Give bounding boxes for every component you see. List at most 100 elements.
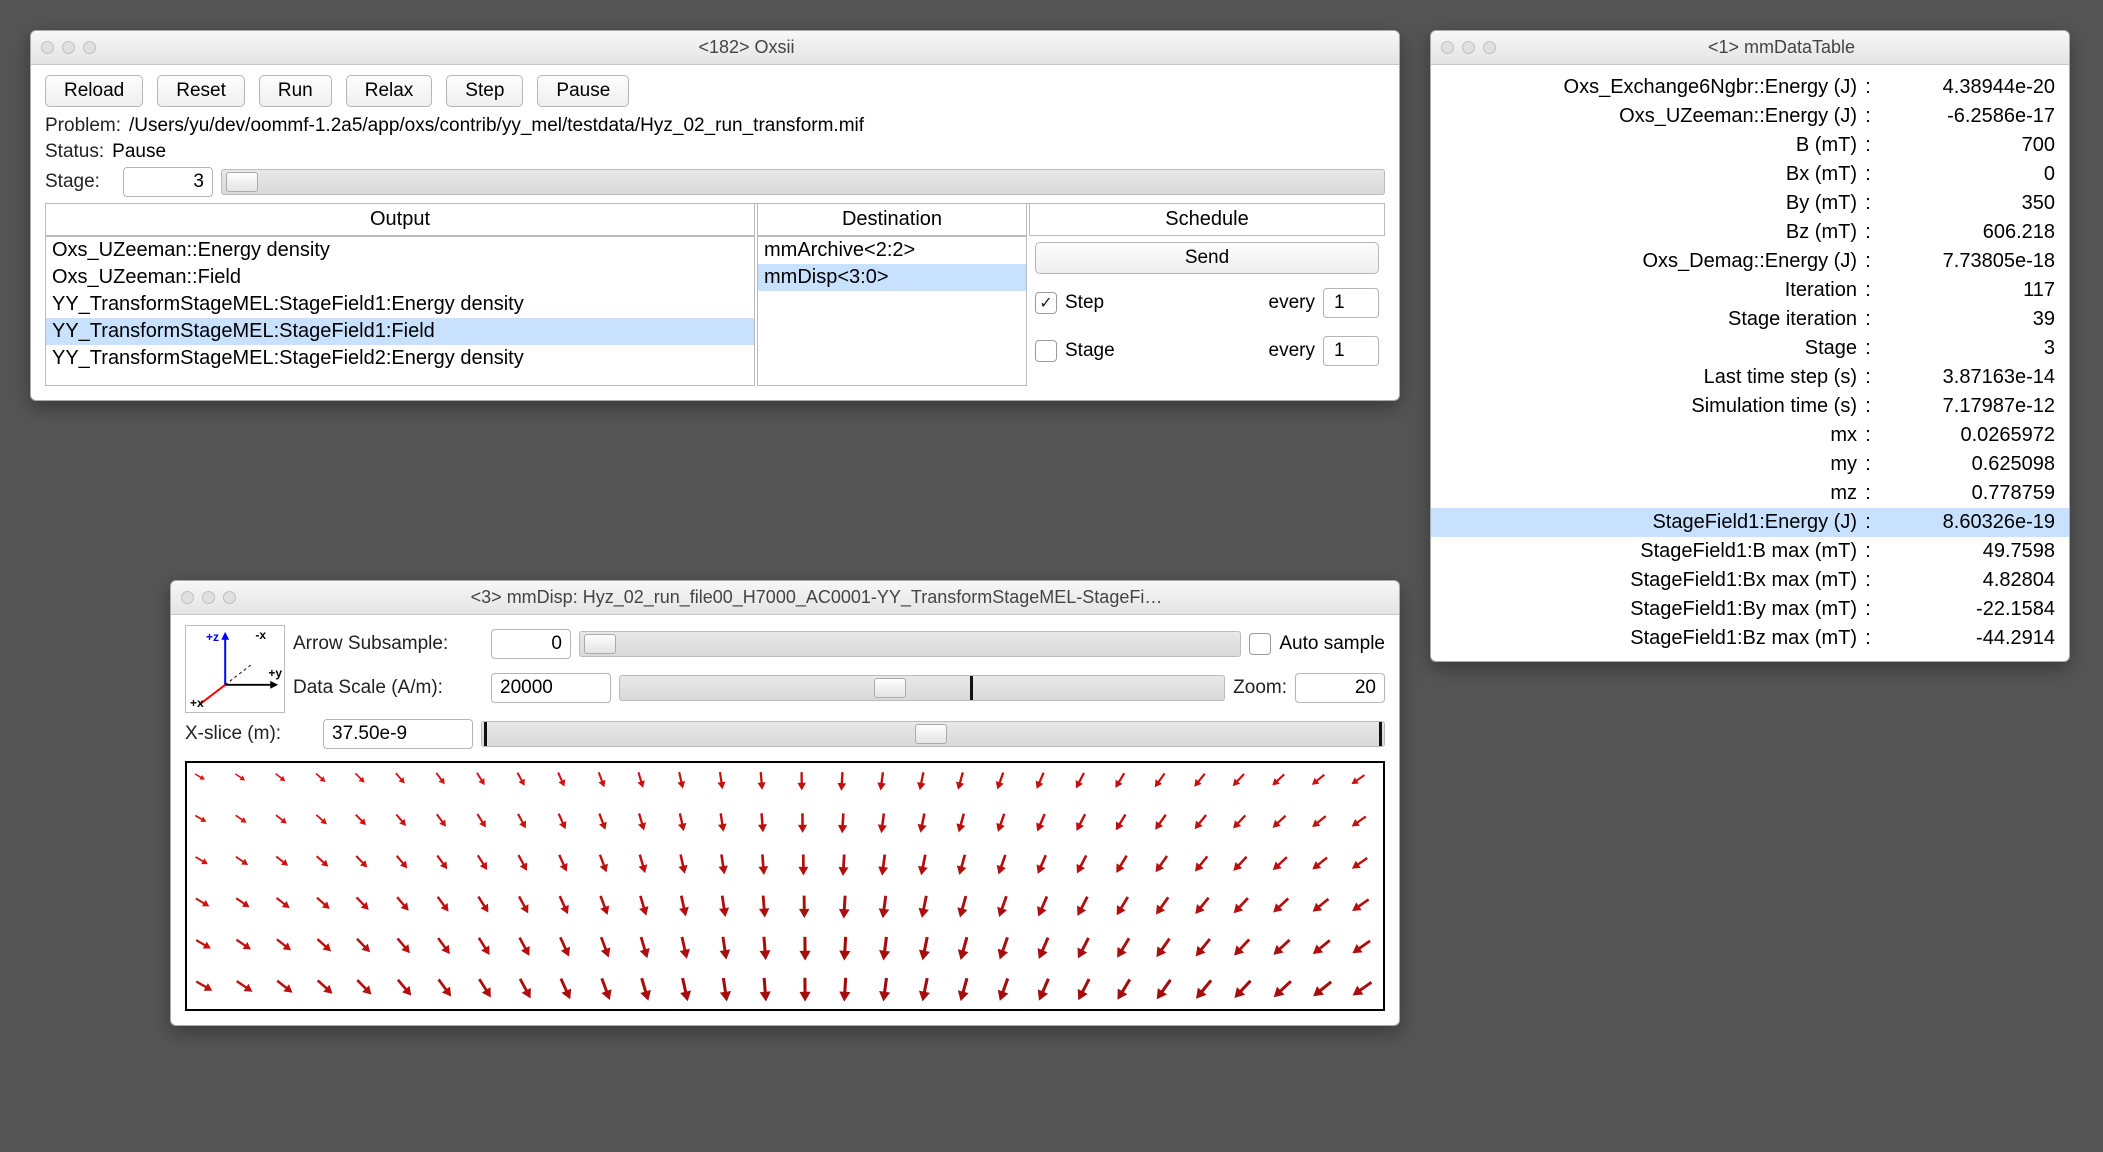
data-row[interactable]: Iteration:117 (1431, 276, 2069, 305)
auto-sample-checkbox[interactable] (1249, 633, 1271, 655)
data-scale-slider[interactable] (619, 675, 1225, 701)
output-item[interactable]: Oxs_UZeeman::Field (46, 264, 754, 291)
oxsii-titlebar[interactable]: <182> Oxsii (31, 31, 1399, 65)
reset-button[interactable]: Reset (157, 75, 245, 107)
minimize-icon[interactable] (1462, 41, 1475, 54)
relax-button[interactable]: Relax (346, 75, 433, 107)
data-value: 700 (1875, 134, 2055, 157)
minimize-icon[interactable] (202, 591, 215, 604)
data-row[interactable]: Stage iteration:39 (1431, 305, 2069, 334)
data-row[interactable]: Last time step (s):3.87163e-14 (1431, 363, 2069, 392)
vector-arrow (629, 767, 653, 791)
data-row[interactable]: StageField1:Bx max (mT):4.82804 (1431, 566, 2069, 595)
data-row[interactable]: Bx (mT):0 (1431, 160, 2069, 189)
data-row[interactable]: Simulation time (s):7.17987e-12 (1431, 392, 2069, 421)
vector-arrow (309, 848, 335, 874)
data-row[interactable]: By (mT):350 (1431, 189, 2069, 218)
colon: : (1861, 192, 1875, 215)
vector-arrow (1224, 928, 1261, 965)
output-list[interactable]: Oxs_UZeeman::Energy densityOxs_UZeeman::… (45, 236, 755, 386)
close-icon[interactable] (181, 591, 194, 604)
zoom-icon[interactable] (1483, 41, 1496, 54)
vector-arrow (947, 890, 979, 922)
xslice-input[interactable] (323, 719, 473, 749)
vector-arrow (629, 849, 657, 877)
stage-input[interactable] (123, 167, 213, 197)
data-key: StageField1:Bz max (mT) (1445, 627, 1861, 650)
mmdisp-titlebar[interactable]: <3> mmDisp: Hyz_02_run_file00_H7000_AC00… (171, 581, 1399, 615)
close-icon[interactable] (1441, 41, 1454, 54)
vector-arrow (830, 974, 860, 1004)
vector-field-canvas[interactable] (185, 761, 1385, 1011)
minimize-icon[interactable] (62, 41, 75, 54)
data-key: Last time step (s) (1445, 366, 1861, 389)
data-row[interactable]: StageField1:Bz max (mT):-44.2914 (1431, 624, 2069, 653)
vector-arrow (710, 850, 737, 877)
window-controls[interactable] (41, 41, 96, 54)
stage-checkbox[interactable] (1035, 340, 1057, 362)
output-item[interactable]: Oxs_UZeeman::Energy density (46, 237, 754, 264)
vector-arrow (1106, 806, 1136, 836)
output-item[interactable]: YY_TransformStageMEL:StageField2:Energy … (46, 345, 754, 372)
output-item[interactable]: YY_TransformStageMEL:StageField1:Energy … (46, 291, 754, 318)
data-row[interactable]: StageField1:B max (mT):49.7598 (1431, 537, 2069, 566)
data-value: 0.0265972 (1875, 424, 2055, 447)
vector-arrow (347, 970, 381, 1004)
xslice-slider[interactable] (481, 721, 1385, 747)
data-row[interactable]: Stage:3 (1431, 334, 2069, 363)
reload-button[interactable]: Reload (45, 75, 143, 107)
data-row[interactable]: my:0.625098 (1431, 450, 2069, 479)
run-button[interactable]: Run (259, 75, 332, 107)
data-scale-input[interactable] (491, 673, 611, 703)
step-button[interactable]: Step (446, 75, 523, 107)
data-row[interactable]: StageField1:Energy (J):8.60326e-19 (1431, 508, 2069, 537)
step-every-input[interactable] (1323, 288, 1379, 318)
data-row[interactable]: B (mT):700 (1431, 131, 2069, 160)
stage-slider[interactable] (221, 169, 1385, 195)
vector-arrow (547, 970, 582, 1005)
vector-arrow (1305, 847, 1336, 878)
data-key: Stage (1445, 337, 1861, 360)
data-row[interactable]: mx:0.0265972 (1431, 421, 2069, 450)
stage-every-input[interactable] (1323, 336, 1379, 366)
zoom-icon[interactable] (223, 591, 236, 604)
datatable-title: <1> mmDataTable (1504, 37, 2059, 58)
zoom-icon[interactable] (83, 41, 96, 54)
vector-arrow (1145, 806, 1175, 836)
data-row[interactable]: Oxs_Demag::Energy (J):7.73805e-18 (1431, 247, 2069, 276)
output-item[interactable]: YY_TransformStageMEL:StageField1:Field (46, 318, 754, 345)
auto-sample-label: Auto sample (1279, 633, 1385, 655)
zoom-input[interactable] (1295, 673, 1385, 703)
data-scale-label: Data Scale (A/m): (293, 677, 483, 699)
colon: : (1861, 337, 1875, 360)
arrow-subsample-slider[interactable] (579, 631, 1241, 657)
colon: : (1861, 105, 1875, 128)
vector-arrow (427, 929, 460, 962)
data-key: By (mT) (1445, 192, 1861, 215)
data-row[interactable]: Bz (mT):606.218 (1431, 218, 2069, 247)
vector-arrow (268, 929, 298, 959)
window-controls[interactable] (181, 591, 236, 604)
vector-arrow (269, 807, 292, 830)
axis-orientation-widget[interactable]: +z +y +x -x (185, 625, 285, 713)
vector-arrow (467, 929, 500, 962)
destination-item[interactable]: mmArchive<2:2> (758, 237, 1026, 264)
close-icon[interactable] (41, 41, 54, 54)
data-row[interactable]: Oxs_Exchange6Ngbr::Energy (J):4.38944e-2… (1431, 73, 2069, 102)
data-row[interactable]: StageField1:By max (mT):-22.1584 (1431, 595, 2069, 624)
data-row[interactable]: Oxs_UZeeman::Energy (J):-6.2586e-17 (1431, 102, 2069, 131)
pause-button[interactable]: Pause (537, 75, 629, 107)
send-button[interactable]: Send (1035, 242, 1379, 274)
vector-arrow (947, 930, 981, 964)
window-controls[interactable] (1441, 41, 1496, 54)
data-row[interactable]: mz:0.778759 (1431, 479, 2069, 508)
datatable-titlebar[interactable]: <1> mmDataTable (1431, 31, 2069, 65)
vector-arrow (190, 889, 215, 914)
step-checkbox[interactable] (1035, 292, 1057, 314)
arrow-subsample-input[interactable] (491, 629, 571, 659)
vector-arrow (1184, 969, 1223, 1008)
destination-item[interactable]: mmDisp<3:0> (758, 264, 1026, 291)
vector-arrow (669, 972, 702, 1005)
destination-list[interactable]: mmArchive<2:2>mmDisp<3:0> (757, 236, 1027, 386)
schedule-header: Schedule (1029, 204, 1385, 236)
